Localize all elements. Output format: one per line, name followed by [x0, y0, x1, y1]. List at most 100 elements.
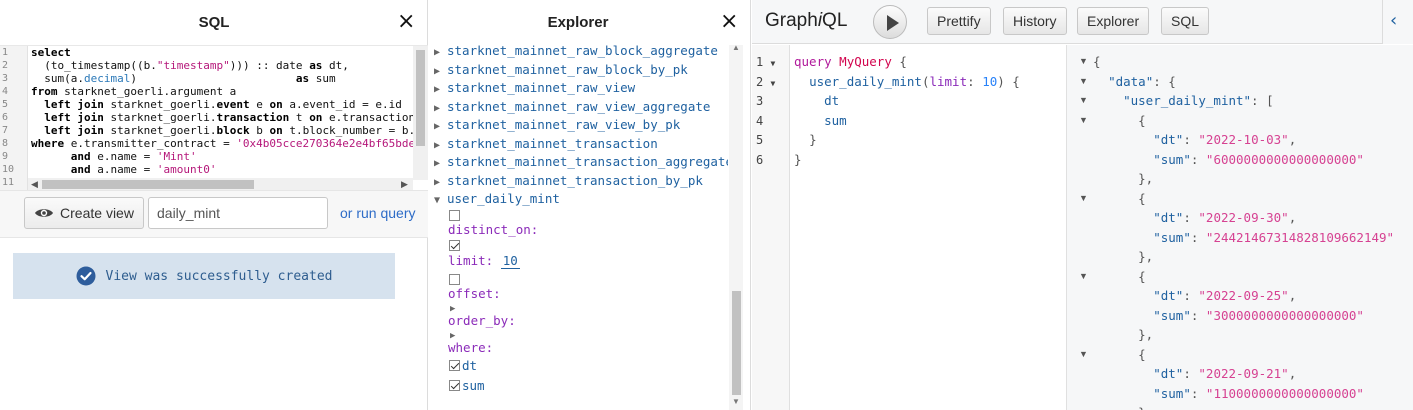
explorer-item-label: starknet_mainnet_transaction — [447, 136, 658, 151]
limit-checkbox[interactable] — [449, 240, 460, 251]
explorer-close-icon[interactable]: × — [720, 11, 738, 33]
explorer-item[interactable]: ▶ starknet_mainnet_raw_block_aggregate — [434, 45, 718, 60]
execute-query-button[interactable] — [873, 5, 907, 39]
sql-keyword: and — [31, 150, 91, 163]
explorer-item-expanded[interactable]: ▼ user_daily_mint — [434, 190, 560, 208]
offset-checkbox[interactable] — [449, 274, 460, 285]
arg-where[interactable]: where: — [448, 340, 493, 356]
json-key: "sum" — [1153, 307, 1191, 323]
line-number: 8 — [2, 138, 9, 149]
fold-icon[interactable]: ▼ — [1067, 189, 1089, 209]
code-line: left join starknet_goerli.transaction t … — [31, 111, 413, 124]
field-sum-checkbox[interactable] — [449, 380, 460, 391]
prettify-button[interactable]: Prettify — [927, 7, 991, 35]
scroll-left-icon[interactable]: ◀ — [31, 178, 38, 190]
field-dt[interactable]: dt — [462, 358, 477, 374]
fold-icon[interactable]: ▼ — [1067, 52, 1089, 72]
fold-icon[interactable]: ▼ — [1067, 111, 1089, 131]
code-text: (to_timestamp((b. — [31, 59, 157, 72]
explorer-scrollbar[interactable]: ▲ ▼ — [729, 43, 743, 410]
line-number: 1 ▼ — [756, 53, 786, 73]
arg-limit[interactable]: limit: 10 — [448, 253, 520, 269]
json-value: "2022-09-30" — [1198, 210, 1289, 225]
json-line: }, — [1093, 249, 1154, 264]
sql-code[interactable]: select (to_timestamp((b."timestamp"))) :… — [31, 46, 413, 180]
scroll-thumb[interactable] — [416, 50, 425, 146]
query-field: sum — [824, 112, 847, 128]
fold-icon[interactable]: ▼ — [1067, 91, 1089, 111]
sql-keyword: left join — [31, 124, 104, 137]
sql-line-gutter: 1 2 3 4 5 6 7 8 9 10 11 — [0, 46, 28, 190]
explorer-toggle-button[interactable]: Explorer — [1077, 7, 1150, 35]
fold-icon[interactable]: ▼ — [1067, 267, 1089, 287]
sql-toggle-button[interactable]: SQL — [1161, 7, 1210, 35]
code-line: and e.name = 'Mint' — [31, 150, 413, 163]
line-number: 6 — [756, 152, 764, 167]
fold-icon[interactable]: ▼ — [770, 59, 775, 68]
sql-editor[interactable]: 1 2 3 4 5 6 7 8 9 10 11 select (to_times… — [0, 45, 428, 190]
json-line: { — [1093, 190, 1146, 206]
code-text: dt, — [322, 59, 349, 72]
sql-keyword: event — [216, 98, 250, 111]
fold-icon[interactable]: ▼ — [770, 79, 775, 88]
arg-order-by[interactable]: order_by: — [448, 313, 516, 329]
code-text: b — [249, 124, 270, 137]
explorer-item[interactable]: ▶ starknet_mainnet_raw_view_aggregate — [434, 98, 710, 116]
scroll-down-icon[interactable]: ▼ — [732, 397, 740, 406]
fold-icon[interactable]: ▼ — [1067, 345, 1089, 365]
result-fold-gutter: ▼ ▼ ▼ ▼ ▼ ▼ ▼ — [1067, 52, 1089, 403]
json-line: "sum": "24421467314828109662149" — [1153, 229, 1395, 245]
caret-right-icon: ▶ — [434, 47, 441, 58]
explorer-item[interactable]: ▶ starknet_mainnet_raw_view — [434, 79, 635, 97]
sql-keyword: block — [216, 124, 250, 137]
arg-distinct-on[interactable]: distinct_on: — [448, 222, 538, 238]
result-viewer[interactable]: ▼ ▼ ▼ ▼ ▼ ▼ ▼ { "data": { "user_daily_mi… — [1066, 45, 1413, 410]
query-field: user_daily_mint — [809, 73, 922, 89]
distinct-on-checkbox[interactable] — [449, 210, 460, 221]
query-editor[interactable]: query MyQuery { user_daily_mint(limit: 1… — [794, 52, 1064, 169]
field-sum[interactable]: sum — [462, 378, 485, 394]
arg-offset[interactable]: offset: — [448, 286, 501, 302]
scroll-up-icon[interactable]: ▲ — [732, 43, 740, 52]
create-view-button[interactable]: Create view — [24, 197, 144, 229]
code-text: sum(a. — [31, 72, 84, 85]
field-dt-checkbox[interactable] — [449, 360, 460, 371]
punct: { — [891, 54, 907, 69]
limit-value-input[interactable]: 10 — [500, 253, 520, 269]
check-circle-icon — [76, 266, 95, 286]
json-key: "sum" — [1153, 229, 1191, 245]
view-name-input[interactable] — [148, 197, 328, 229]
sql-panel: SQL × 1 2 3 4 5 6 7 8 9 10 11 select (to… — [0, 0, 428, 410]
scroll-right-icon[interactable]: ▶ — [401, 178, 408, 190]
graphiql-title: GraphiQL — [765, 10, 847, 32]
history-button[interactable]: History — [1003, 7, 1067, 35]
scroll-thumb[interactable] — [732, 291, 741, 395]
scroll-thumb[interactable] — [42, 180, 254, 189]
explorer-tree: ▶ starknet_mainnet_raw_block_aggregate ▶ s… — [428, 45, 728, 405]
explorer-item-label: starknet_mainnet_transaction_by_pk — [447, 173, 703, 188]
explorer-item[interactable]: ▶ starknet_mainnet_raw_view_by_pk — [434, 116, 680, 134]
code-text: e — [249, 98, 270, 111]
code-text: e.transaction_ — [322, 111, 413, 124]
json-value: "6000000000000000000" — [1205, 151, 1364, 167]
docs-collapse-button[interactable]: ‹ — [1382, 0, 1413, 44]
sql-keyword: and — [31, 163, 91, 176]
explorer-item[interactable]: ▶ starknet_mainnet_transaction_aggregate — [434, 153, 728, 171]
sql-horizontal-scrollbar[interactable]: ◀ ▶ — [28, 178, 413, 190]
fold-icon[interactable]: ▼ — [1067, 72, 1089, 92]
explorer-item[interactable]: ▶ starknet_mainnet_raw_block_by_pk — [434, 61, 688, 79]
sql-close-icon[interactable]: × — [397, 11, 415, 33]
explorer-item[interactable]: ▶ starknet_mainnet_transaction — [434, 135, 658, 153]
line-number: 5 — [756, 133, 764, 147]
explorer-item[interactable]: ▶ starknet_mainnet_transaction_by_pk — [434, 172, 703, 190]
sql-vertical-scrollbar[interactable] — [413, 46, 428, 180]
sql-keyword: left join — [31, 111, 104, 124]
line-number-text: 2 — [756, 74, 764, 89]
query-line: query MyQuery { — [794, 52, 1064, 72]
sql-keyword: left join — [31, 98, 104, 111]
run-query-link[interactable]: or run query — [340, 205, 415, 221]
code-text: t.block_number = b.b — [282, 124, 413, 137]
line-number: 2 — [2, 60, 9, 71]
line-number: 4 — [2, 86, 9, 97]
explorer-title: Explorer — [547, 13, 609, 31]
